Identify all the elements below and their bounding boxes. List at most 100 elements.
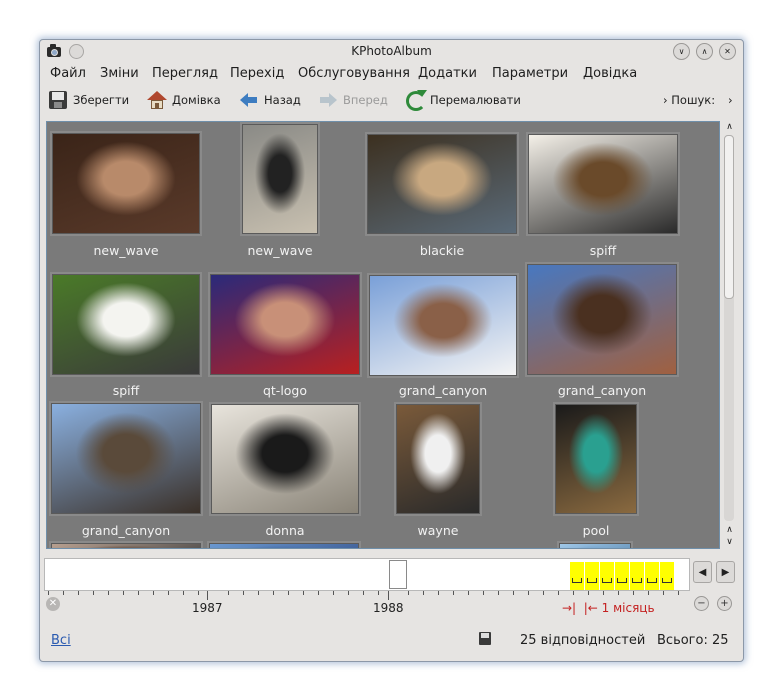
- ruler-tick: [663, 591, 664, 595]
- timeline-prev-button[interactable]: ◀: [693, 561, 712, 583]
- timeline-bar-marker: [632, 578, 642, 583]
- maximize-button[interactable]: ∧: [696, 43, 713, 60]
- timeline-cursor[interactable]: [389, 560, 407, 589]
- scroll-handle[interactable]: [724, 135, 734, 299]
- timeline-ruler: 1987 1988 →| |← 1 місяць: [44, 591, 690, 621]
- ruler-tick: [633, 591, 634, 595]
- save-status-icon: [479, 632, 491, 645]
- zoom-in-icon[interactable]: +: [717, 596, 732, 611]
- thumbnail[interactable]: [52, 274, 200, 375]
- save-button[interactable]: Зберегти: [48, 88, 129, 112]
- timeline-bar-marker: [662, 578, 672, 583]
- ruler-tick: [78, 591, 79, 595]
- show-all-link[interactable]: Всі: [51, 633, 71, 648]
- timeline-next-button[interactable]: ▶: [716, 561, 735, 583]
- save-icon: [48, 90, 68, 110]
- ruler-tick: [558, 591, 559, 595]
- save-label: Зберегти: [73, 93, 130, 107]
- scroll-down-arrow-icon[interactable]: ∨: [723, 537, 736, 548]
- thumbnail[interactable]: [369, 275, 517, 376]
- timeline-month-bar[interactable]: [600, 562, 614, 590]
- ruler-tick: [123, 591, 124, 595]
- timeline-month-bar[interactable]: [645, 562, 659, 590]
- home-label: Домівка: [172, 93, 221, 107]
- thumbnail-label: grand_canyon: [557, 383, 647, 398]
- thumbnail[interactable]: [242, 124, 318, 234]
- thumbnail[interactable]: [51, 543, 201, 548]
- search-toolbar-extension[interactable]: › Пошук:: [663, 93, 715, 107]
- ruler-tick: [228, 591, 229, 595]
- ruler-tick: [183, 591, 184, 595]
- thumbnail[interactable]: [527, 264, 677, 375]
- matches-count: 25 відповідностей: [520, 633, 646, 648]
- ruler-tick: [528, 591, 529, 595]
- menu-plugins[interactable]: Додатки: [418, 66, 477, 81]
- title-bar[interactable]: KPhotoAlbum ∨ ∧ ✕: [40, 40, 743, 62]
- timeline-month-bar[interactable]: [585, 562, 599, 590]
- thumbnail-label: new_wave: [93, 243, 159, 258]
- menu-view[interactable]: Перегляд: [152, 66, 218, 81]
- timeline-month-bar[interactable]: [660, 562, 674, 590]
- ruler-tick: [258, 591, 259, 595]
- timeline-bar-marker: [587, 578, 597, 583]
- main-toolbar: Зберегти Домівка Назад Вперед Перемалюва…: [40, 88, 743, 114]
- thumbnail-view[interactable]: new_wave new_wave blackie spiff spiff qt-logo…: [46, 121, 720, 549]
- thumbnail-label: donna: [265, 523, 305, 538]
- redraw-label: Перемалювати: [430, 93, 521, 107]
- status-bar: Всі 25 відповідностей Всього: 25: [40, 626, 743, 654]
- thumbnail[interactable]: [211, 404, 359, 514]
- thumbnail-scrollbar[interactable]: ∧ ∧ ∨: [721, 121, 738, 549]
- clear-date-range-icon[interactable]: ✕: [46, 597, 60, 611]
- thumbnail[interactable]: [555, 404, 637, 514]
- thumbnail[interactable]: [528, 134, 678, 234]
- timeline-month-bar[interactable]: [570, 562, 584, 590]
- refresh-icon: [405, 90, 427, 111]
- ruler-tick: [378, 591, 379, 595]
- home-button[interactable]: Домівка: [147, 88, 221, 112]
- thumbnail-label: blackie: [419, 243, 465, 258]
- date-timeline[interactable]: [44, 558, 690, 591]
- thumbnail-label: grand_canyon: [398, 383, 488, 398]
- thumbnail[interactable]: [51, 403, 201, 514]
- menu-help[interactable]: Довідка: [583, 66, 637, 81]
- arrow-right-icon: [318, 90, 338, 110]
- ruler-tick: [408, 591, 409, 595]
- ruler-tick: [48, 591, 49, 595]
- scroll-up-arrow-icon-lower[interactable]: ∧: [723, 525, 736, 536]
- ruler-tick: [438, 591, 439, 595]
- forward-button[interactable]: Вперед: [318, 88, 388, 112]
- ruler-tick: [288, 591, 289, 595]
- ruler-tick: [243, 591, 244, 595]
- redraw-button[interactable]: Перемалювати: [405, 88, 521, 112]
- window-title: KPhotoAlbum: [351, 44, 432, 58]
- minimize-button[interactable]: ∨: [673, 43, 690, 60]
- ruler-tick: [603, 591, 604, 595]
- ruler-tick: [348, 591, 349, 595]
- zoom-out-icon[interactable]: −: [694, 596, 709, 611]
- thumbnail[interactable]: [209, 543, 359, 548]
- menu-edit[interactable]: Зміни: [100, 66, 139, 81]
- close-button[interactable]: ✕: [719, 43, 736, 60]
- thumbnail-label: spiff: [589, 243, 617, 258]
- thumbnail[interactable]: [559, 543, 631, 548]
- arrow-left-icon: [239, 90, 259, 110]
- search-label: Пошук:: [671, 93, 716, 107]
- year-label-1987: 1987: [192, 601, 223, 615]
- thumbnail[interactable]: [396, 404, 480, 514]
- menu-bar: Файл Зміни Перегляд Перехід Обслуговуван…: [40, 63, 743, 85]
- back-button[interactable]: Назад: [239, 88, 301, 112]
- scroll-up-arrow-icon[interactable]: ∧: [723, 122, 736, 133]
- menu-maintenance[interactable]: Обслуговування: [298, 66, 410, 81]
- thumbnail[interactable]: [210, 274, 360, 375]
- toolbar-overflow-chevron-icon[interactable]: ›: [728, 93, 733, 107]
- thumbnail-label: qt-logo: [262, 383, 308, 398]
- menu-settings[interactable]: Параметри: [492, 66, 568, 81]
- menu-file[interactable]: Файл: [50, 66, 86, 81]
- thumbnail[interactable]: [367, 134, 517, 234]
- menu-go[interactable]: Перехід: [230, 66, 284, 81]
- timeline-month-bar[interactable]: [630, 562, 644, 590]
- timeline-month-bar[interactable]: [615, 562, 629, 590]
- ruler-tick: [333, 591, 334, 595]
- ruler-tick: [573, 591, 574, 595]
- thumbnail[interactable]: [52, 133, 200, 234]
